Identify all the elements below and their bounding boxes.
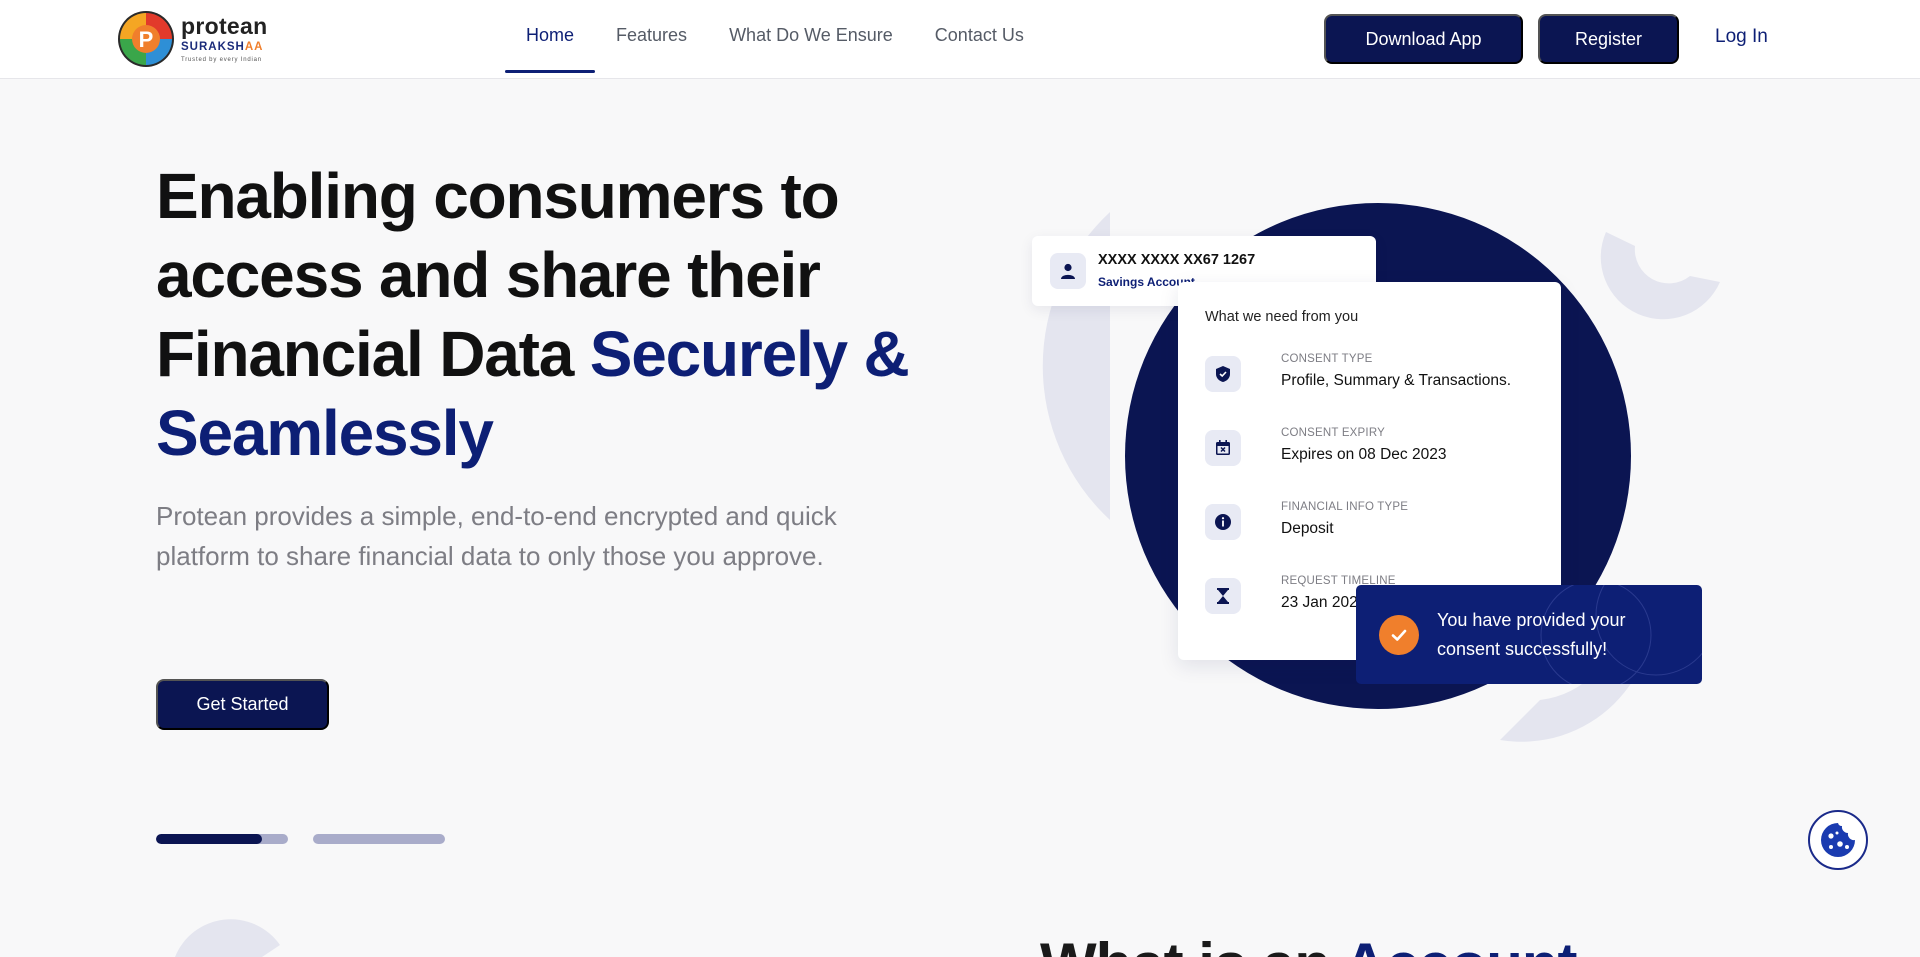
nav-features[interactable]: Features	[595, 0, 708, 71]
brand-sub-main: SURAKSH	[181, 41, 245, 54]
consent-success-toast: You have provided your consent successfu…	[1356, 585, 1702, 684]
get-started-button[interactable]: Get Started	[156, 679, 329, 730]
info-icon	[1205, 504, 1241, 540]
svg-text:P: P	[139, 27, 154, 52]
cookie-icon	[1821, 823, 1855, 857]
consent-row-label: CONSENT TYPE	[1281, 353, 1373, 365]
toast-message: You have provided your consent successfu…	[1437, 610, 1626, 659]
brand-tagline: Trusted by every Indian	[181, 56, 262, 63]
calendar-icon	[1205, 430, 1241, 466]
brand-name: protean	[181, 13, 268, 40]
slide-indicator-2[interactable]	[313, 834, 445, 844]
main-nav: Home Features What Do We Ensure Contact …	[505, 0, 1045, 79]
hourglass-icon	[1205, 578, 1241, 614]
consent-row-label: CONSENT EXPIRY	[1281, 427, 1385, 439]
nav-home[interactable]: Home	[505, 0, 596, 73]
brand-subname: SURAKSHAA	[181, 42, 267, 54]
nav-contact-us[interactable]: Contact Us	[914, 0, 1045, 71]
next-section-title: What is an Account	[1040, 930, 1577, 957]
shield-icon	[1205, 356, 1241, 392]
hero-title: Enabling consumers to access and share t…	[156, 157, 916, 473]
hero-description: Protean provides a simple, end-to-end en…	[156, 501, 837, 571]
user-icon	[1050, 253, 1086, 289]
next-section-title-plain: What is an	[1040, 931, 1343, 957]
login-link[interactable]: Log In	[1715, 26, 1768, 48]
brand-logo[interactable]: P protean SURAKSHAA Trusted by every Ind…	[117, 10, 267, 68]
cookie-settings-button[interactable]	[1808, 810, 1868, 870]
register-button[interactable]: Register	[1538, 14, 1679, 64]
consent-row-value: Profile, Summary & Transactions.	[1281, 372, 1511, 389]
hero-illustration-shapes	[175, 203, 1720, 957]
account-number: XXXX XXXX XX67 1267	[1098, 252, 1256, 268]
consent-row-value: Deposit	[1281, 520, 1334, 537]
check-icon	[1379, 615, 1419, 655]
consent-row-value: Expires on 08 Dec 2023	[1281, 446, 1447, 463]
next-section-title-accent: Account	[1343, 931, 1577, 957]
site-header: P protean SURAKSHAA Trusted by every Ind…	[0, 0, 1920, 79]
nav-what-do-we-ensure[interactable]: What Do We Ensure	[708, 0, 914, 71]
protean-logo-icon: P	[118, 11, 174, 67]
slide-indicator-1[interactable]	[156, 834, 288, 844]
brand-sub-accent: AA	[244, 41, 264, 54]
slide-indicator-1-progress	[156, 834, 262, 844]
consent-heading: What we need from you	[1205, 309, 1359, 325]
download-app-button[interactable]: Download App	[1324, 14, 1523, 64]
consent-row-label: FINANCIAL INFO TYPE	[1281, 501, 1409, 513]
